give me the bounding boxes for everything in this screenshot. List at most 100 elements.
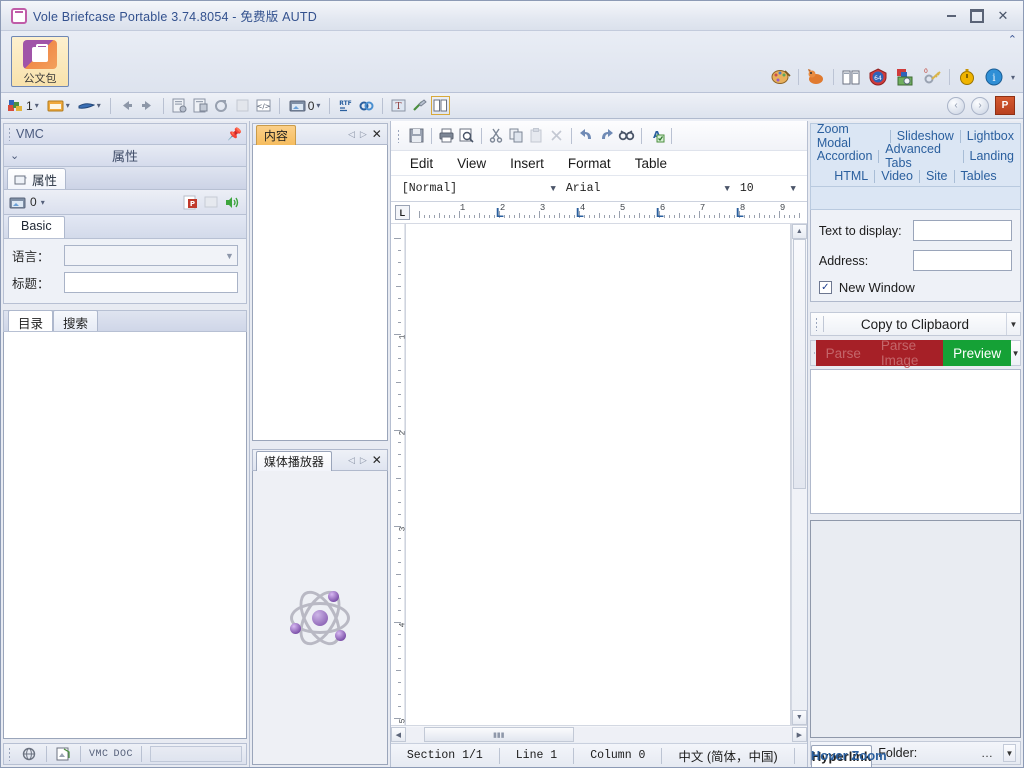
- vertical-ruler[interactable]: 12345: [391, 224, 405, 725]
- new-window-row[interactable]: ✓ New Window: [819, 280, 1012, 295]
- document-page[interactable]: [405, 224, 791, 725]
- link-site[interactable]: Site: [920, 169, 954, 183]
- style-combo[interactable]: [Normal] ▼: [399, 179, 559, 199]
- overflow-icon[interactable]: ▼: [1011, 340, 1021, 366]
- prev-icon[interactable]: ◁: [348, 455, 355, 466]
- menu-table[interactable]: Table: [624, 154, 678, 173]
- rtf-icon[interactable]: RTF: [337, 97, 354, 114]
- scroll-left-button[interactable]: ◀: [391, 727, 406, 742]
- columns-book-icon[interactable]: [841, 67, 861, 87]
- speaker-icon[interactable]: [224, 194, 241, 211]
- language-dropdown[interactable]: ▼: [64, 245, 238, 266]
- drag-grip-icon[interactable]: [815, 317, 819, 331]
- link-advanced-tabs[interactable]: Advanced Tabs: [879, 142, 962, 170]
- chevron-down-icon[interactable]: ▼: [784, 184, 795, 194]
- undo-icon[interactable]: [578, 127, 595, 144]
- menu-view[interactable]: View: [446, 154, 497, 173]
- scroll-down-button[interactable]: ▼: [792, 710, 807, 725]
- tab-search[interactable]: 搜索: [53, 310, 98, 331]
- media-panel-body[interactable]: [252, 471, 388, 765]
- vertical-scrollbar[interactable]: ▲ ▼: [791, 224, 807, 725]
- palette-icon[interactable]: [771, 67, 791, 87]
- next-icon[interactable]: ▷: [360, 129, 367, 140]
- album-icon[interactable]: [9, 194, 26, 211]
- preview-button[interactable]: Preview: [943, 340, 1011, 366]
- tab-contents[interactable]: 目录: [8, 310, 53, 331]
- link-video[interactable]: Video: [875, 169, 919, 183]
- doc-settings-icon[interactable]: [171, 97, 188, 114]
- print-preview-icon[interactable]: [458, 127, 475, 144]
- link-landing[interactable]: Landing: [964, 149, 1021, 163]
- chevron-down-icon[interactable]: ▾: [1011, 73, 1015, 82]
- tab-stop-marker[interactable]: L: [736, 202, 744, 224]
- vscroll-thumb[interactable]: [793, 239, 806, 489]
- tab-properties[interactable]: 属性: [7, 168, 66, 189]
- globe-icon[interactable]: [21, 746, 38, 763]
- minimize-button[interactable]: [943, 9, 959, 23]
- print-icon[interactable]: [438, 127, 455, 144]
- tab-media-player[interactable]: 媒体播放器: [256, 451, 332, 471]
- prev-icon[interactable]: ◁: [348, 129, 355, 140]
- chevron-down-icon[interactable]: ▾: [316, 101, 320, 110]
- preview-pane[interactable]: [810, 369, 1021, 514]
- powerpoint-icon[interactable]: P: [182, 194, 199, 211]
- tab-stop-marker[interactable]: L: [656, 202, 664, 224]
- cut-icon[interactable]: [488, 127, 505, 144]
- copy-to-clipboard-button[interactable]: Copy to Clipbaord: [824, 317, 1006, 332]
- powerpoint-icon[interactable]: P: [995, 96, 1015, 115]
- close-icon[interactable]: ✕: [372, 453, 382, 467]
- address-input[interactable]: [913, 250, 1012, 271]
- collapse-ribbon-icon[interactable]: ⌃: [1008, 33, 1017, 46]
- toolbar-album-group[interactable]: 0 ▾: [287, 95, 323, 117]
- back-arrow-icon[interactable]: [118, 97, 135, 114]
- copy-icon[interactable]: [508, 127, 525, 144]
- nav-forward-button[interactable]: ›: [971, 97, 989, 115]
- link-zoom-modal[interactable]: Zoom Modal: [811, 122, 890, 150]
- chevron-down-icon[interactable]: ▼: [544, 184, 555, 194]
- code-icon[interactable]: </>: [255, 97, 272, 114]
- link-html[interactable]: HTML: [828, 169, 874, 183]
- shield-64-icon[interactable]: 64: [868, 67, 888, 87]
- vmc-doc-icon[interactable]: [55, 746, 72, 763]
- flag-map-icon[interactable]: [895, 67, 915, 87]
- chevron-double-down-icon[interactable]: ⌄: [10, 149, 19, 162]
- maximize-button[interactable]: [969, 9, 985, 23]
- nav-back-button[interactable]: ‹: [947, 97, 965, 115]
- close-button[interactable]: ✕: [995, 9, 1011, 23]
- font-icon[interactable]: T: [390, 97, 407, 114]
- spellcheck-icon[interactable]: A: [648, 127, 665, 144]
- content-panel-body[interactable]: [252, 145, 388, 441]
- font-size-combo[interactable]: 10 ▼: [737, 179, 799, 199]
- horizontal-scrollbar[interactable]: ◀ ▮▮▮ ▶: [391, 725, 807, 743]
- pet-dog-icon[interactable]: [806, 67, 826, 87]
- chevron-down-icon[interactable]: ▾: [66, 101, 70, 110]
- scroll-up-button[interactable]: ▲: [792, 224, 807, 239]
- menu-format[interactable]: Format: [557, 154, 622, 173]
- ribbon-tab-briefcase[interactable]: 公文包: [11, 36, 69, 87]
- close-icon[interactable]: ✕: [372, 127, 382, 141]
- link-accordion[interactable]: Accordion: [811, 149, 879, 163]
- link-tables[interactable]: Tables: [955, 169, 1003, 183]
- toolbar-folder-group[interactable]: ▾: [45, 95, 72, 117]
- link-lightbox[interactable]: Lightbox: [961, 129, 1020, 143]
- overflow-icon[interactable]: ▼: [1006, 313, 1020, 335]
- stopwatch-icon[interactable]: [957, 67, 977, 87]
- drag-grip-icon[interactable]: [397, 129, 401, 143]
- chevron-down-icon[interactable]: ▾: [41, 198, 45, 207]
- chevron-down-icon[interactable]: ▾: [35, 101, 39, 110]
- drag-grip-icon[interactable]: [8, 747, 12, 761]
- doc-film-icon[interactable]: [192, 97, 209, 114]
- more-options-button[interactable]: …: [981, 746, 993, 760]
- title-input[interactable]: [64, 272, 238, 293]
- redo-icon[interactable]: [598, 127, 615, 144]
- columns-icon[interactable]: [432, 97, 449, 114]
- tab-basic[interactable]: Basic: [8, 216, 65, 238]
- scroll-right-button[interactable]: ▶: [792, 727, 807, 742]
- tab-stop-marker[interactable]: L: [576, 202, 584, 224]
- menu-edit[interactable]: Edit: [399, 154, 444, 173]
- tab-stop-button[interactable]: L: [395, 205, 410, 220]
- toolbar-blocks-group[interactable]: 1 ▾: [5, 95, 41, 117]
- info-icon[interactable]: i: [984, 67, 1004, 87]
- next-icon[interactable]: ▷: [360, 455, 367, 466]
- chevron-down-icon[interactable]: ▼: [718, 184, 729, 194]
